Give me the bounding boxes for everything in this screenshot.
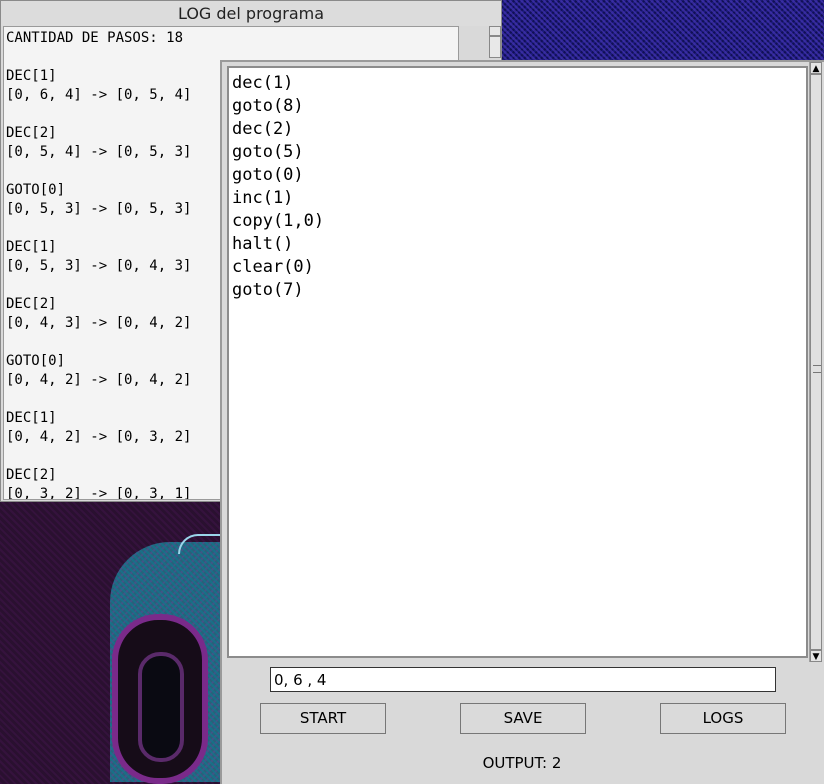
- code-editor[interactable]: dec(1) goto(8) dec(2) goto(5) goto(0) in…: [227, 66, 808, 658]
- logs-button[interactable]: LOGS: [660, 703, 786, 734]
- car-roof-highlight: [178, 534, 222, 554]
- registers-input[interactable]: [270, 667, 776, 692]
- log-scroll-up-arrow[interactable]: [489, 26, 501, 36]
- desktop-background: [500, 0, 824, 60]
- output-label: OUTPUT: 2: [482, 754, 562, 772]
- start-button[interactable]: START: [260, 703, 386, 734]
- log-scroll-thumb[interactable]: [489, 36, 501, 58]
- editor-scroll-thumb[interactable]: [810, 74, 822, 650]
- editor-window: dec(1) goto(8) dec(2) goto(5) goto(0) in…: [220, 60, 824, 784]
- car-wheel-hub: [138, 652, 184, 762]
- log-window-title[interactable]: LOG del programa: [1, 1, 501, 26]
- save-button[interactable]: SAVE: [460, 703, 586, 734]
- editor-scrollbar[interactable]: ▲ ▼: [809, 62, 822, 662]
- desktop-wallpaper: [0, 502, 222, 784]
- scroll-down-arrow-icon[interactable]: ▼: [810, 650, 822, 662]
- scroll-up-arrow-icon[interactable]: ▲: [810, 62, 822, 74]
- scroll-grip-icon: [813, 365, 821, 373]
